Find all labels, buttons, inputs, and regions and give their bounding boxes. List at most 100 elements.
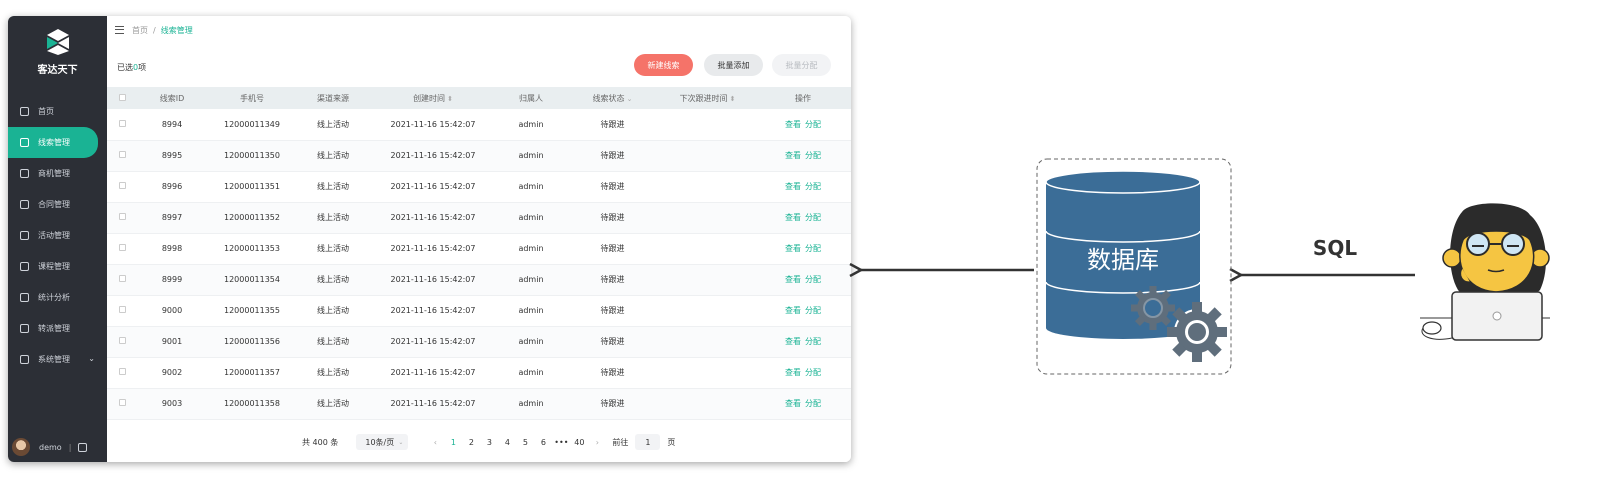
table-row[interactable]: 8998 12000011353 线上活动 2021-11-16 15:42:07 ad… — [107, 233, 851, 264]
table-row[interactable]: 9000 12000011355 线上活动 2021-11-16 15:42:07 ad… — [107, 295, 851, 326]
row-checkbox-cell — [107, 233, 137, 264]
view-link[interactable]: 查看 — [785, 213, 801, 222]
view-link[interactable]: 查看 — [785, 275, 801, 284]
row-checkbox[interactable] — [118, 399, 126, 406]
sidebar-item-label: 课程管理 — [38, 262, 70, 271]
view-link[interactable]: 查看 — [785, 151, 801, 160]
view-link[interactable]: 查看 — [785, 306, 801, 315]
contract-icon — [20, 200, 29, 209]
cell-created: 2021-11-16 15:42:07 — [390, 213, 476, 222]
cell-channel: 线上活动 — [317, 213, 349, 222]
sidebar-item-home[interactable]: 首页 — [8, 96, 107, 127]
header-next-followup[interactable]: 下次跟进时间 ⬍ — [660, 87, 755, 109]
assign-link[interactable]: 分配 — [805, 213, 821, 222]
brand-logo-icon — [46, 29, 69, 55]
sidebar-item-opportunities[interactable]: 商机管理 — [8, 158, 107, 189]
view-link[interactable]: 查看 — [785, 182, 801, 191]
view-link[interactable]: 查看 — [785, 368, 801, 377]
table-row[interactable]: 9003 12000011358 线上活动 2021-11-16 15:42:07 ad… — [107, 388, 851, 419]
row-checkbox[interactable] — [118, 306, 126, 313]
cell-status: 待跟进 — [600, 213, 625, 222]
sidebar-menu: 首页 线索管理 商机管理 合同管理 活动管理 课程管理 统计分析 转派管理 系统… — [8, 96, 107, 375]
assign-link[interactable]: 分配 — [805, 275, 821, 284]
page-1[interactable]: 1 — [444, 438, 462, 447]
table-row[interactable]: 9001 12000011356 线上活动 2021-11-16 15:42:07 ad… — [107, 326, 851, 357]
cell-owner: admin — [518, 182, 544, 191]
sort-icon[interactable]: ⬍ — [730, 95, 736, 103]
select-all-checkbox[interactable] — [118, 93, 126, 101]
row-checkbox[interactable] — [118, 244, 126, 251]
header-channel: 渠道来源 — [317, 93, 349, 103]
assign-link[interactable]: 分配 — [805, 244, 821, 253]
assign-link[interactable]: 分配 — [805, 399, 821, 408]
cell-owner: admin — [518, 306, 544, 315]
row-checkbox[interactable] — [118, 213, 126, 220]
table-row[interactable]: 9002 12000011357 线上活动 2021-11-16 15:42:07 ad… — [107, 357, 851, 388]
sort-icon[interactable]: ⬍ — [447, 95, 453, 103]
table-row[interactable]: 8996 12000011351 线上活动 2021-11-16 15:42:07 ad… — [107, 171, 851, 202]
table-row[interactable]: 8997 12000011352 线上活动 2021-11-16 15:42:07 ad… — [107, 202, 851, 233]
cell-created: 2021-11-16 15:42:07 — [390, 244, 476, 253]
view-link[interactable]: 查看 — [785, 337, 801, 346]
sidebar-item-label: 线索管理 — [38, 138, 70, 147]
breadcrumb-home[interactable]: 首页 — [132, 25, 148, 36]
page-5[interactable]: 5 — [516, 438, 534, 447]
cell-channel: 线上活动 — [317, 244, 349, 253]
page-size-select[interactable]: 10条/页 ⌄ — [356, 434, 409, 450]
batch-add-button[interactable]: 批量添加 — [704, 54, 763, 76]
header-next-followup-label: 下次跟进时间 — [679, 93, 728, 103]
logout-icon[interactable] — [78, 442, 88, 452]
row-checkbox[interactable] — [118, 119, 126, 127]
sidebar-item-activities[interactable]: 活动管理 — [8, 220, 107, 251]
page-2[interactable]: 2 — [462, 438, 480, 447]
table-row[interactable]: 8994 12000011349 线上活动 2021-11-16 15:42:07 ad… — [107, 109, 851, 140]
chevron-down-icon: ⌄ — [398, 438, 404, 446]
assign-link[interactable]: 分配 — [805, 337, 821, 346]
view-link[interactable]: 查看 — [785, 120, 801, 129]
cell-next-followup — [660, 357, 755, 388]
sidebar-item-courses[interactable]: 课程管理 — [8, 251, 107, 282]
page-3[interactable]: 3 — [480, 438, 498, 447]
header-status[interactable]: 线索状态 ⌄ — [565, 87, 660, 109]
page-6[interactable]: 6 — [534, 438, 552, 447]
table-row[interactable]: 8999 12000011354 线上活动 2021-11-16 15:42:07 ad… — [107, 264, 851, 295]
row-checkbox[interactable] — [118, 337, 126, 344]
header-created[interactable]: 创建时间 ⬍ — [369, 87, 497, 109]
sidebar-item-statistics[interactable]: 统计分析 — [8, 282, 107, 313]
avatar[interactable] — [12, 438, 30, 456]
sidebar-item-transfer[interactable]: 转派管理 — [8, 313, 107, 344]
cell-owner: admin — [518, 337, 544, 346]
assign-link[interactable]: 分配 — [805, 120, 821, 129]
view-link[interactable]: 查看 — [785, 244, 801, 253]
sidebar-item-clues[interactable]: 线索管理 — [8, 127, 98, 158]
filter-chevron-icon[interactable]: ⌄ — [627, 95, 633, 103]
page-ellipsis[interactable]: ••• — [552, 438, 570, 447]
sidebar-item-contracts[interactable]: 合同管理 — [8, 189, 107, 220]
batch-assign-button[interactable]: 批量分配 — [772, 54, 831, 76]
row-checkbox[interactable] — [118, 182, 126, 189]
goto-page-input[interactable]: 1 — [635, 434, 661, 450]
assign-link[interactable]: 分配 — [805, 368, 821, 377]
cell-id: 8999 — [161, 275, 183, 284]
view-link[interactable]: 查看 — [785, 399, 801, 408]
cell-owner: admin — [518, 119, 544, 129]
assign-link[interactable]: 分配 — [805, 182, 821, 191]
page-4[interactable]: 4 — [498, 438, 516, 447]
table-row[interactable]: 8995 12000011350 线上活动 2021-11-16 15:42:07 ad… — [107, 140, 851, 171]
row-checkbox[interactable] — [118, 368, 126, 375]
row-checkbox[interactable] — [118, 275, 126, 282]
row-checkbox[interactable] — [118, 151, 126, 158]
next-page-button[interactable]: › — [588, 438, 606, 447]
prev-page-button[interactable]: ‹ — [426, 438, 444, 447]
transfer-icon — [20, 324, 29, 333]
developer-monkey-icon — [1420, 203, 1550, 341]
assign-link[interactable]: 分配 — [805, 151, 821, 160]
sidebar-item-system[interactable]: 系统管理 ⌄ — [8, 344, 107, 375]
menu-fold-icon[interactable] — [115, 26, 124, 34]
assign-link[interactable]: 分配 — [805, 306, 821, 315]
cell-id: 8997 — [161, 213, 183, 222]
page-40[interactable]: 40 — [570, 438, 588, 447]
cell-channel: 线上活动 — [317, 337, 349, 346]
row-actions-cell: 查看 分配 — [755, 109, 851, 140]
new-clue-button[interactable]: 新建线索 — [634, 54, 693, 76]
